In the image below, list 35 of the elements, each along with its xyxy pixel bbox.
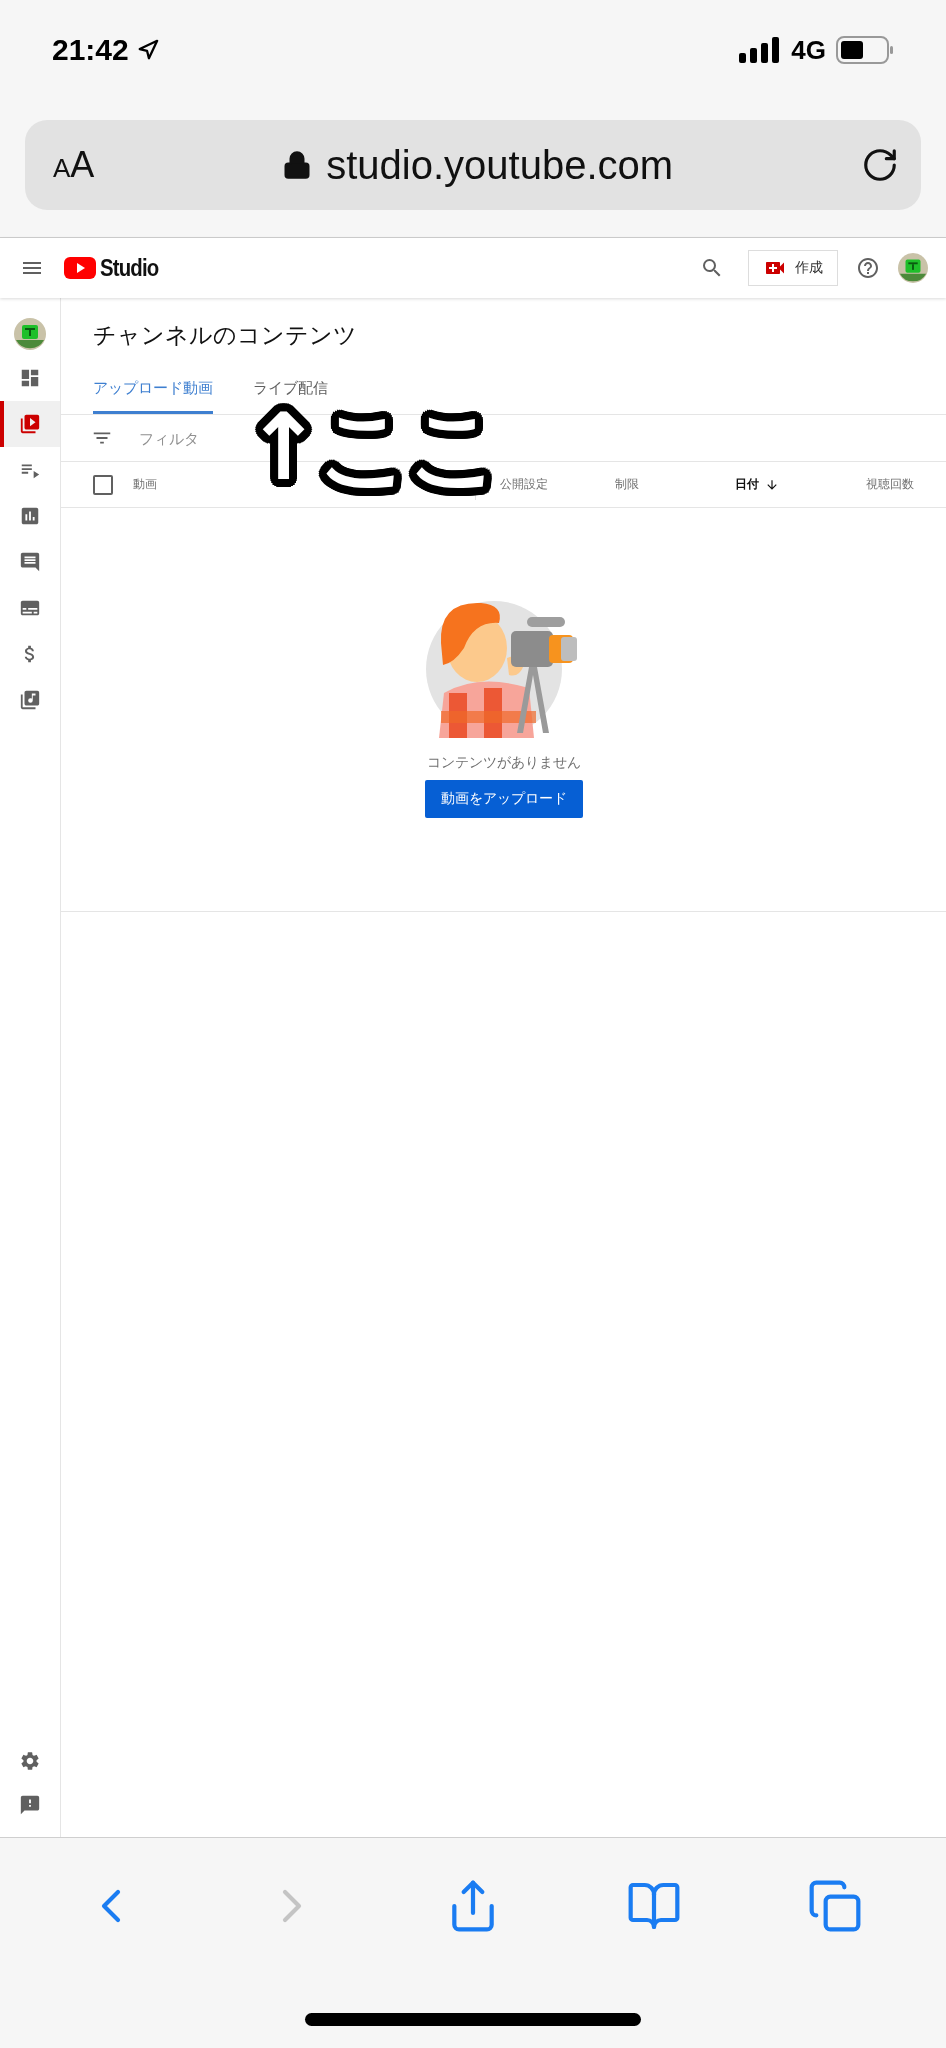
location-icon bbox=[136, 39, 159, 61]
text-size-button[interactable]: AA bbox=[51, 144, 95, 186]
channel-avatar[interactable] bbox=[14, 317, 46, 350]
reload-button[interactable] bbox=[861, 146, 899, 184]
play-logo-icon[interactable] bbox=[64, 257, 96, 279]
lock-icon bbox=[282, 150, 313, 180]
dashboard-icon bbox=[19, 367, 41, 389]
status-time: 21:42 bbox=[52, 33, 129, 67]
column-header[interactable]: 公開設定 bbox=[500, 476, 548, 493]
page-title: チャンネルのコンテンツ bbox=[92, 321, 358, 350]
select-all-checkbox[interactable] bbox=[93, 474, 113, 495]
feedback-icon bbox=[19, 1794, 41, 1816]
sidebar-item[interactable] bbox=[0, 401, 60, 447]
url-text: studio.youtube.com bbox=[326, 142, 674, 188]
battery-icon bbox=[836, 36, 894, 64]
column-header[interactable]: 日付 bbox=[735, 476, 779, 493]
create-button[interactable]: 作成 bbox=[748, 250, 838, 286]
column-header[interactable]: 動画 bbox=[133, 476, 157, 493]
comment-icon bbox=[19, 551, 41, 573]
logo-text[interactable]: Studio bbox=[100, 254, 159, 282]
tab[interactable]: アップロード動画 bbox=[93, 365, 213, 414]
column-header[interactable]: 視聴回数 bbox=[866, 476, 914, 493]
column-header[interactable]: 制限 bbox=[615, 476, 639, 493]
upload-button[interactable]: 動画をアップロード bbox=[424, 780, 583, 818]
address-bar[interactable]: AA studio.youtube.com bbox=[25, 120, 921, 210]
empty-message: コンテンツがありません bbox=[426, 754, 581, 772]
music-library-icon bbox=[19, 689, 41, 711]
network-label: 4G bbox=[791, 34, 826, 66]
bar-chart-icon bbox=[19, 505, 41, 527]
help-button[interactable] bbox=[856, 256, 880, 280]
signal-icon bbox=[739, 37, 782, 63]
sort-arrow-icon bbox=[765, 477, 779, 492]
settings-icon bbox=[19, 1750, 41, 1772]
video-library-icon bbox=[19, 413, 41, 435]
account-avatar[interactable] bbox=[898, 253, 928, 283]
